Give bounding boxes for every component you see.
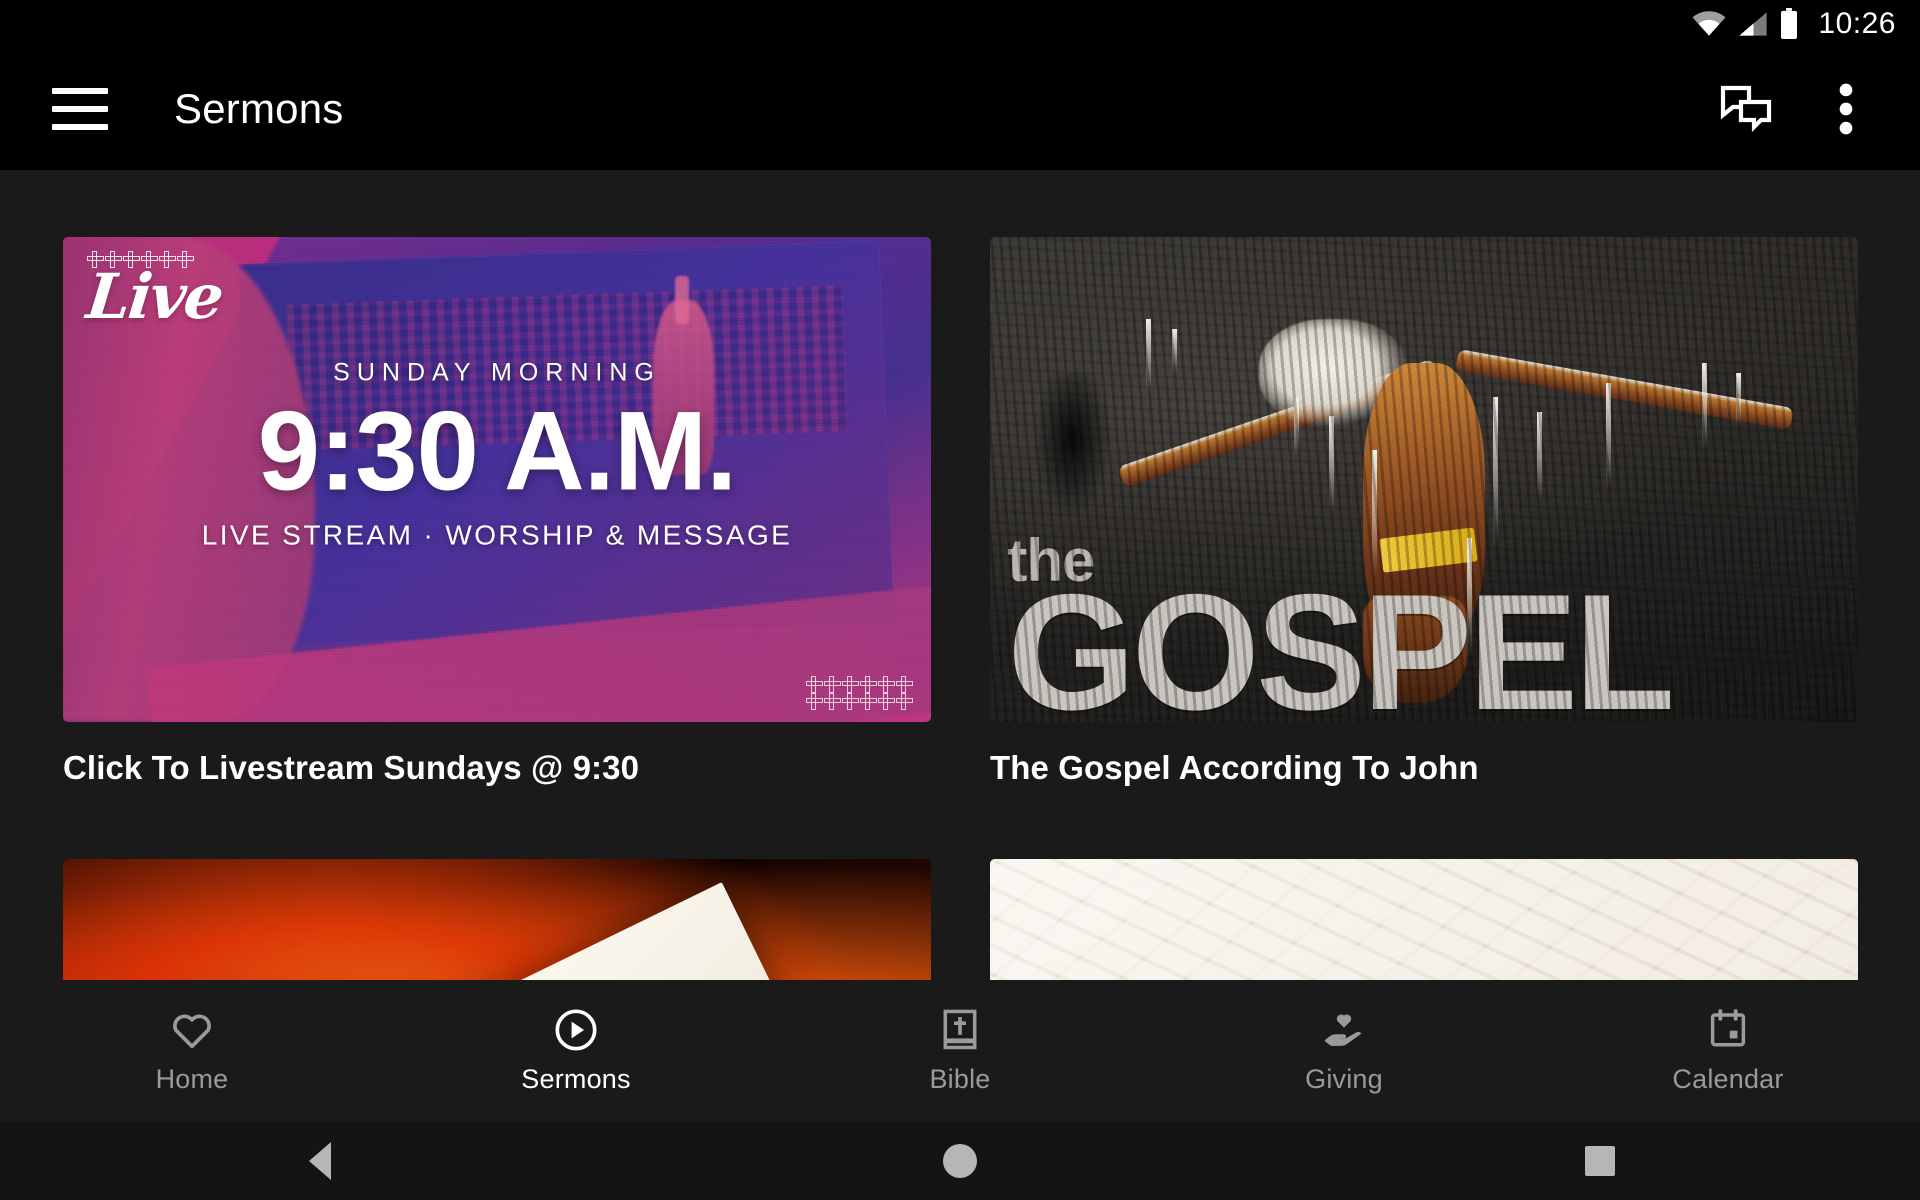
gospel-title-artwork: the GOSPEL <box>1007 530 1858 722</box>
system-recents-button[interactable] <box>1280 1146 1920 1176</box>
system-home-button[interactable] <box>640 1144 1280 1178</box>
live-badge: Live <box>83 251 317 333</box>
status-bar: 10:26 <box>0 0 1920 48</box>
home-circle-icon <box>943 1144 977 1178</box>
app-bar-actions <box>1710 73 1920 145</box>
nav-item-giving[interactable]: Giving <box>1152 1008 1536 1095</box>
system-back-button[interactable] <box>0 1142 640 1180</box>
overflow-menu-icon[interactable] <box>1810 73 1882 145</box>
heart-outline-icon <box>170 1008 214 1052</box>
back-triangle-icon <box>309 1142 331 1180</box>
sermon-thumbnail-livestream[interactable]: Live SUNDAY MORNING 9:30 A.M. LIVE STREA… <box>63 237 931 722</box>
gospel-word-gospel: GOSPEL <box>1007 560 1675 722</box>
live-badge-text: Live <box>83 260 226 333</box>
chat-bubbles-icon[interactable] <box>1710 73 1782 145</box>
nav-item-home[interactable]: Home <box>0 1008 384 1095</box>
gospel-artwork: the GOSPEL <box>990 237 1858 722</box>
app-screen: 10:26 Sermons Live SUNDAY MORNING 9:30 A… <box>0 0 1920 1200</box>
recents-square-icon <box>1585 1146 1615 1176</box>
page-title: Sermons <box>174 85 344 132</box>
play-circle-icon <box>554 1008 598 1052</box>
sermon-thumbnail-gospel[interactable]: the GOSPEL <box>990 237 1858 722</box>
app-bar: Sermons <box>0 48 1920 170</box>
android-system-navigation <box>0 1122 1920 1200</box>
cross-decoration-bottom <box>806 676 913 710</box>
status-bar-clock: 10:26 <box>1818 7 1896 40</box>
hand-heart-icon <box>1322 1008 1366 1052</box>
nav-label-calendar: Calendar <box>1672 1063 1784 1094</box>
livestream-subline: LIVE STREAM · WORSHIP & MESSAGE <box>201 519 793 551</box>
hamburger-menu-icon[interactable] <box>52 88 108 130</box>
nav-item-calendar[interactable]: Calendar <box>1536 1008 1920 1095</box>
sermon-card-title: Click To Livestream Sundays @ 9:30 <box>63 749 640 786</box>
nav-label-home: Home <box>155 1063 229 1094</box>
battery-icon <box>1780 8 1798 40</box>
livestream-eyebrow: SUNDAY MORNING <box>333 358 661 387</box>
calendar-icon <box>1706 1008 1750 1052</box>
livestream-text-block: SUNDAY MORNING 9:30 A.M. LIVE STREAM · W… <box>63 359 931 552</box>
nav-item-sermons[interactable]: Sermons <box>384 1008 768 1095</box>
livestream-time: 9:30 A.M. <box>257 388 738 514</box>
nav-label-sermons: Sermons <box>521 1063 631 1094</box>
sermon-card[interactable]: the GOSPEL The Gospel According To John <box>990 237 1858 787</box>
nav-label-giving: Giving <box>1305 1063 1383 1094</box>
nav-item-bible[interactable]: Bible <box>768 1008 1152 1095</box>
bible-book-icon <box>938 1008 982 1052</box>
livestream-artwork: Live SUNDAY MORNING 9:30 A.M. LIVE STREA… <box>63 237 931 722</box>
bottom-navigation-bar: Home Sermons Bible Giving Calendar <box>0 980 1920 1122</box>
cellular-signal-icon <box>1738 11 1768 37</box>
sermon-card-title: The Gospel According To John <box>990 749 1479 786</box>
wifi-icon <box>1692 11 1726 37</box>
nav-label-bible: Bible <box>929 1063 991 1094</box>
sermon-card[interactable]: Live SUNDAY MORNING 9:30 A.M. LIVE STREA… <box>63 237 931 787</box>
